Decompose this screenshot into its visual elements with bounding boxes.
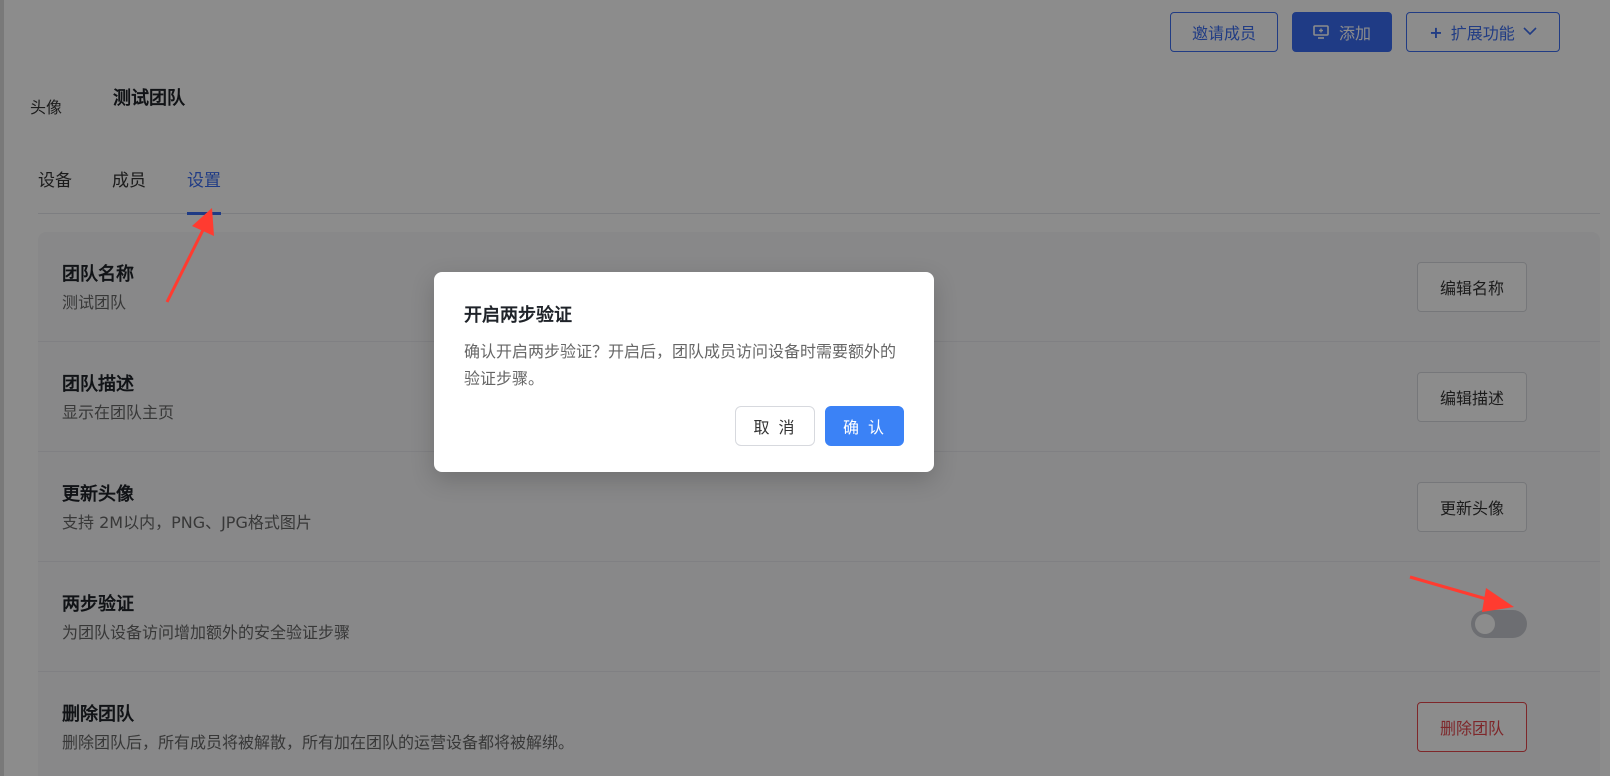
dialog-footer: 取 消 确 认 [735,406,904,446]
two-factor-dialog: 开启两步验证 确认开启两步验证？开启后，团队成员访问设备时需要额外的验证步骤。 … [434,272,934,472]
dialog-title: 开启两步验证 [464,305,572,326]
cancel-button[interactable]: 取 消 [735,406,815,446]
confirm-button[interactable]: 确 认 [825,406,904,446]
dialog-body: 确认开启两步验证？开启后，团队成员访问设备时需要额外的验证步骤。 [464,342,897,388]
